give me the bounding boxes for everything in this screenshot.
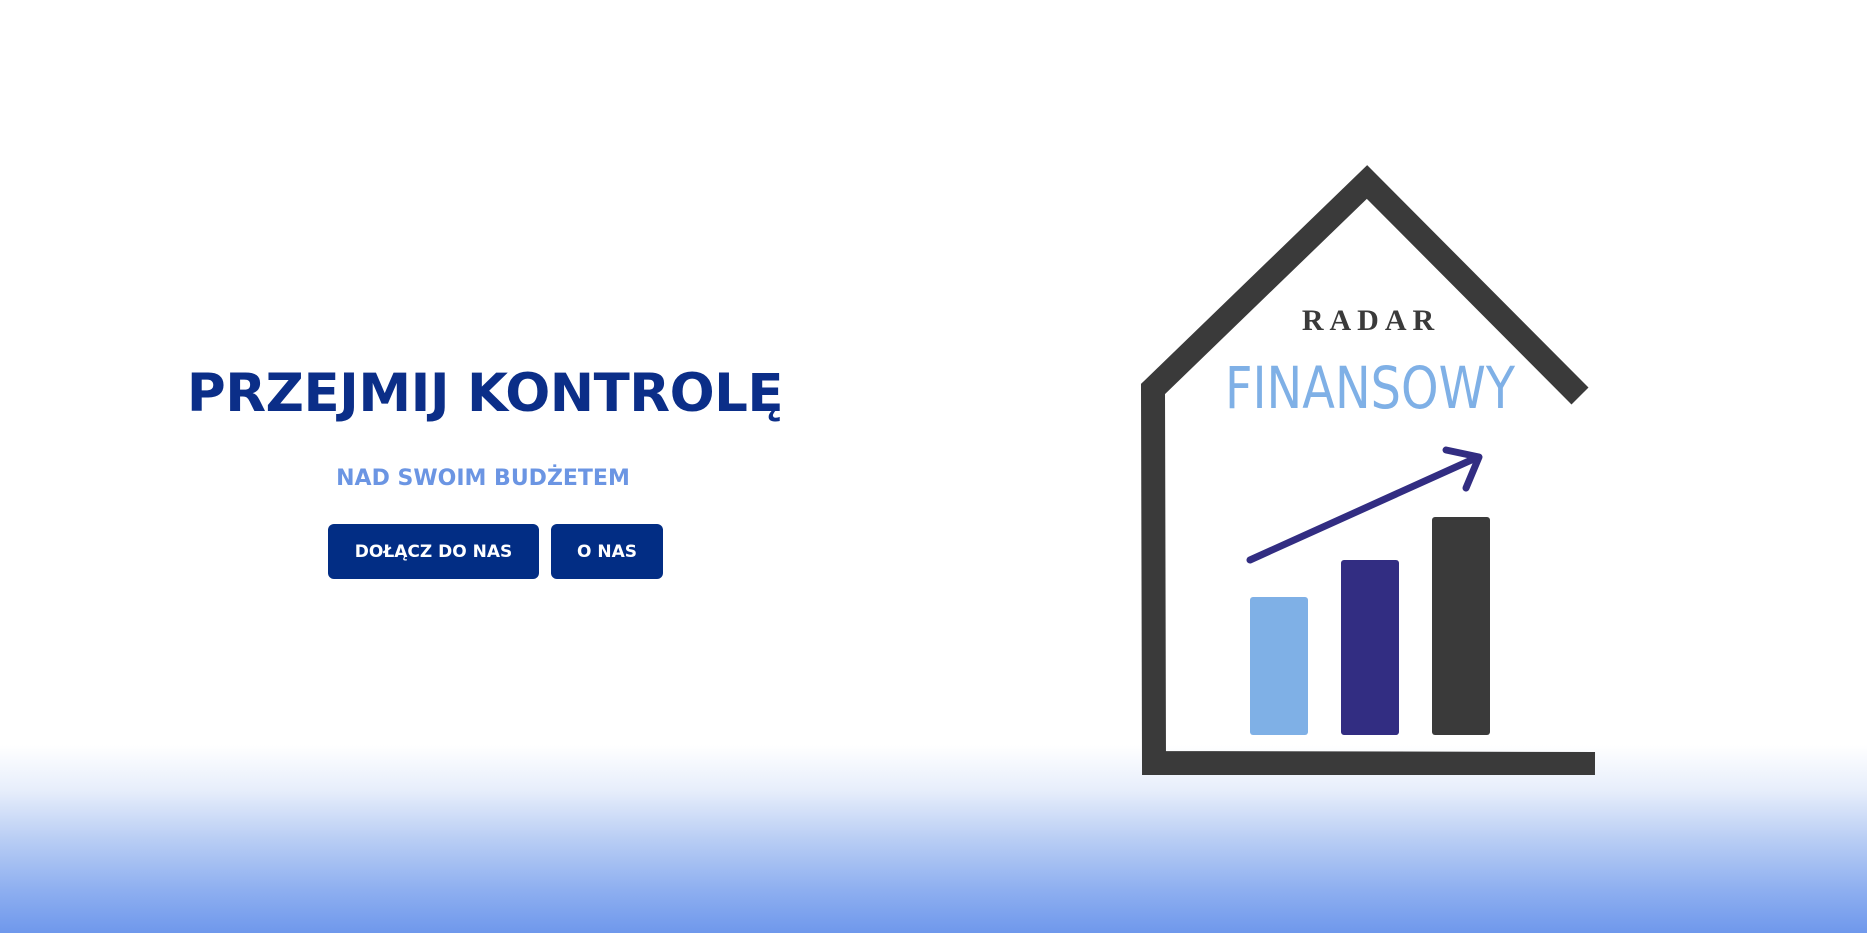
- hero-headline: PRZEJMIJ KONTROLĘ: [186, 363, 784, 424]
- logo-bar-tall: [1432, 517, 1490, 735]
- logo-bar-small: [1250, 597, 1308, 735]
- logo-graphic: RADAR FINANSOWY: [1140, 165, 1596, 775]
- landing-page: PRZEJMIJ KONTROLĘ NAD SWOIM BUDŻETEM DOŁ…: [0, 0, 1867, 933]
- logo-text-finansowy: FINANSOWY: [1225, 354, 1515, 422]
- radar-finansowy-logo: RADAR FINANSOWY: [1140, 160, 1600, 775]
- hero-subheadline: NAD SWOIM BUDŻETEM: [336, 466, 630, 491]
- logo-bar-medium: [1341, 560, 1399, 735]
- hero-section: PRZEJMIJ KONTROLĘ NAD SWOIM BUDŻETEM DOŁ…: [0, 0, 970, 933]
- about-us-button[interactable]: O NAS: [551, 524, 663, 579]
- join-us-button[interactable]: DOŁĄCZ DO NAS: [328, 524, 539, 579]
- logo-text-radar: RADAR: [1302, 304, 1440, 337]
